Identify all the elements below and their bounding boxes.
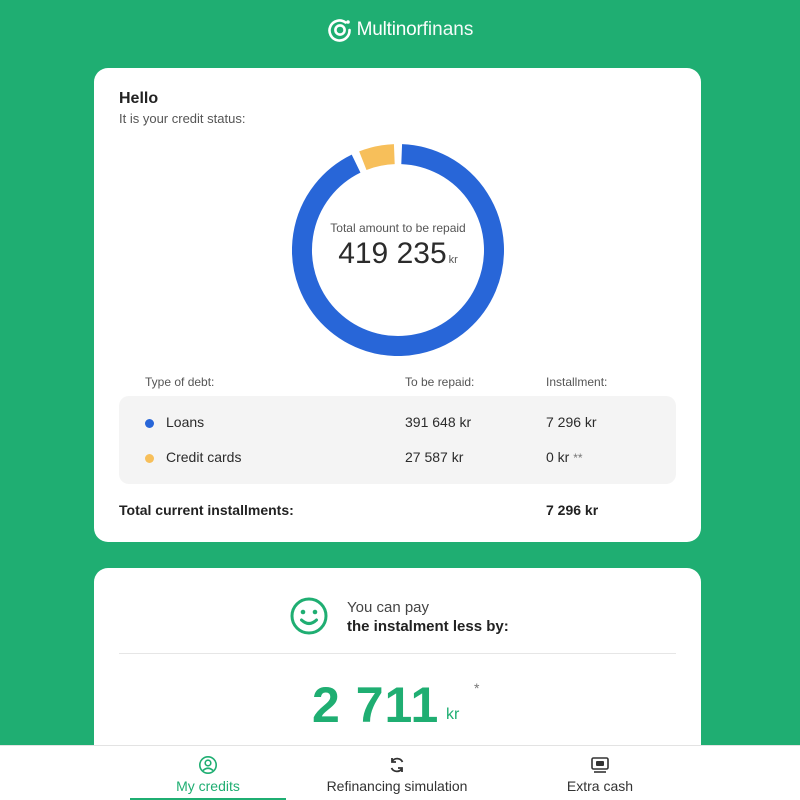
- debt-table: Loans 391 648 kr 7 296 kr Credit cards 2…: [119, 396, 676, 484]
- credit-cards-legend-dot: [145, 454, 154, 463]
- nav-refinancing-simulation[interactable]: Refinancing simulation: [310, 746, 484, 800]
- credit-status-card: Hello It is your credit status: Total am…: [94, 68, 701, 542]
- savings-line1: You can pay: [347, 599, 430, 616]
- debt-name: Credit cards: [166, 449, 242, 465]
- donut-label: Total amount to be repaid: [330, 221, 466, 235]
- savings-unit: kr: [446, 706, 460, 723]
- total-installments-label: Total current installments:: [119, 502, 294, 518]
- col-installment: Installment:: [546, 375, 608, 389]
- smile-icon: [290, 597, 328, 635]
- total-repay-unit: kr: [448, 254, 458, 266]
- logo-icon: [327, 19, 351, 42]
- credit-status-subtitle: It is your credit status:: [119, 111, 246, 126]
- savings-line2: the instalment less by:: [347, 618, 509, 635]
- loans-legend-dot: [145, 419, 154, 428]
- debt-name: Loans: [166, 414, 205, 430]
- user-circle-icon: [199, 756, 217, 774]
- donut-center: Total amount to be repaid 419 235 kr: [292, 144, 504, 356]
- debt-installment: 7 296 kr: [546, 414, 597, 430]
- nav-my-credits[interactable]: My credits: [130, 746, 286, 800]
- debt-row-loans: Loans 391 648 kr 7 296 kr: [119, 414, 676, 434]
- brand-logo: Multinorfinans: [0, 17, 800, 43]
- divider: [119, 653, 676, 654]
- debt-row-credit-cards: Credit cards 27 587 kr 0 kr **: [119, 449, 676, 469]
- nav-label: My credits: [176, 778, 240, 794]
- debt-installment: 0 kr **: [546, 449, 583, 465]
- cash-icon: [591, 757, 609, 773]
- debt-repay: 391 648 kr: [405, 414, 472, 430]
- total-repay-amount: 419 235 kr: [338, 237, 458, 270]
- nav-label: Refinancing simulation: [326, 778, 468, 794]
- refresh-icon: [390, 757, 404, 773]
- savings-card: You can pay the instalment less by: 2 71…: [94, 568, 701, 768]
- installment-note: **: [573, 451, 583, 465]
- total-installments-value: 7 296 kr: [546, 502, 599, 518]
- nav-label: Extra cash: [566, 778, 634, 794]
- nav-extra-cash[interactable]: Extra cash: [540, 746, 660, 800]
- debt-repay: 27 587 kr: [405, 449, 464, 465]
- brand-name: Multinorfinans: [356, 19, 474, 40]
- savings-amount: 2 711: [312, 677, 440, 733]
- col-to-be-repaid: To be repaid:: [405, 375, 475, 389]
- savings-footnote-marker: *: [474, 680, 480, 696]
- greeting: Hello: [119, 90, 159, 107]
- col-type-of-debt: Type of debt:: [145, 375, 215, 389]
- bottom-nav: My credits Refinancing simulation Extra …: [0, 745, 800, 800]
